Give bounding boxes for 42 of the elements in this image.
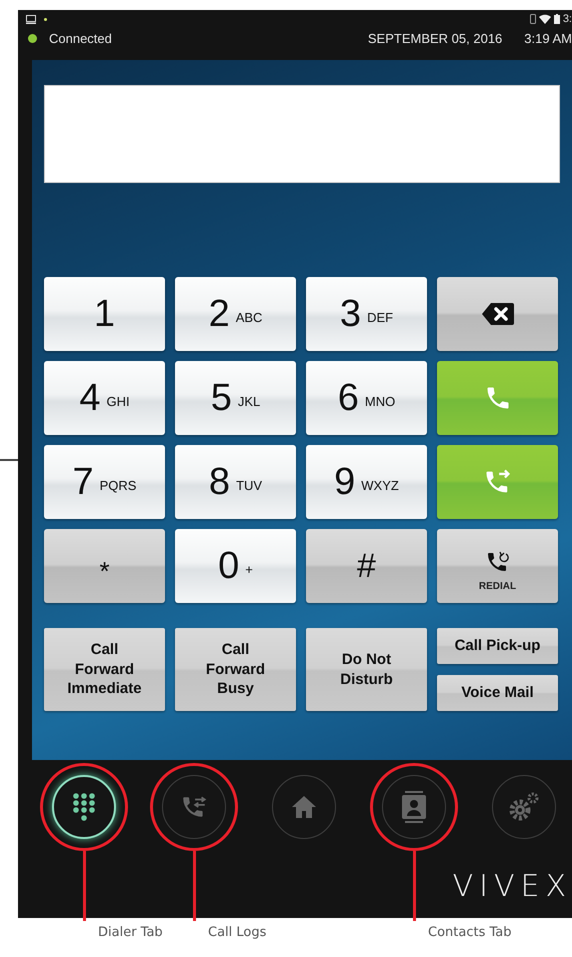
dial-key[interactable]: 8 TUV <box>175 445 296 519</box>
leader-line <box>83 851 86 921</box>
dial-key[interactable]: 1 <box>44 277 165 351</box>
wifi-icon <box>538 14 551 24</box>
screen-icon <box>26 14 36 24</box>
dial-key[interactable]: 7 PQRS <box>44 445 165 519</box>
home-icon <box>291 795 317 819</box>
callout-label: Contacts Tab <box>428 925 512 941</box>
clock-text: 3: <box>562 13 572 25</box>
dial-key[interactable]: * <box>44 529 165 603</box>
leader-line <box>0 459 18 461</box>
feature-button[interactable]: Call Pick-up <box>437 628 558 664</box>
feature-button[interactable]: Call Forward Immediate <box>44 628 165 711</box>
gears-icon <box>508 792 540 822</box>
battery-icon <box>554 14 560 24</box>
contact-card-icon <box>402 791 426 823</box>
leader-line <box>193 851 196 921</box>
backspace-icon <box>480 302 514 326</box>
time-text: 3:19 AM <box>524 30 572 46</box>
connection-status: Connected <box>49 30 112 46</box>
number-field[interactable] <box>44 85 560 183</box>
dial-key[interactable]: 3 DEF <box>306 277 427 351</box>
notification-dot-icon <box>44 18 47 20</box>
callout-label: Call Logs <box>208 925 266 941</box>
sim-icon <box>530 14 536 24</box>
dial-key[interactable]: # <box>306 529 427 603</box>
backspace-button[interactable] <box>437 277 558 351</box>
brand-logo: VIVEX <box>452 872 572 902</box>
dial-key[interactable]: 6 MNO <box>306 361 427 435</box>
feature-button[interactable]: Call Forward Busy <box>175 628 296 711</box>
redial-button[interactable]: REDIAL <box>437 529 558 603</box>
date-text: SEPTEMBER 05, 2016 <box>368 30 502 46</box>
dial-key[interactable]: 5 JKL <box>175 361 296 435</box>
feature-button[interactable]: Voice Mail <box>437 675 558 711</box>
dial-key[interactable]: 4 GHI <box>44 361 165 435</box>
leader-line <box>413 851 416 921</box>
dial-key[interactable]: 0+ <box>175 529 296 603</box>
feature-button[interactable]: Do Not Disturb <box>306 628 427 711</box>
dial-key[interactable]: 2 ABC <box>175 277 296 351</box>
callout-label: Dialer Tab <box>98 925 163 941</box>
dialpad-icon <box>73 793 95 821</box>
dial-key[interactable]: 9 WXYZ <box>306 445 427 519</box>
